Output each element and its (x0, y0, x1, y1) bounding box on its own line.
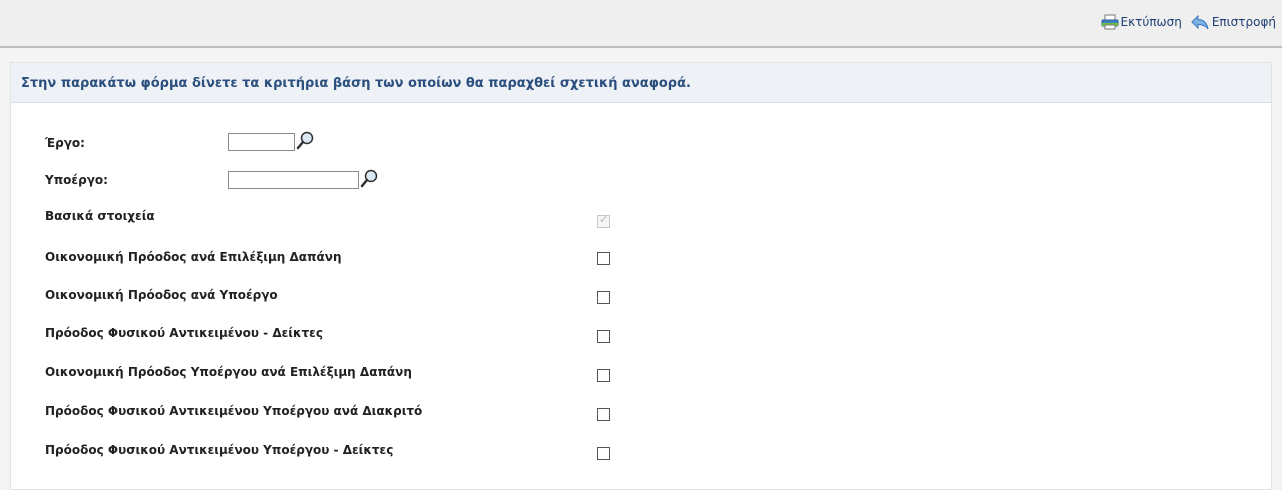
back-button[interactable]: Επιστροφή (1190, 14, 1276, 30)
option-label-financial-by-expense: Οικονομική Πρόοδος ανά Επιλέξιμη Δαπάνη (45, 250, 342, 264)
option-label-subproject-physical-indicators: Πρόοδος Φυσικού Αντικειμένου Υποέργου - … (45, 443, 394, 457)
report-criteria-panel: Στην παρακάτω φόρμα δίνετε τα κριτήρια β… (10, 62, 1272, 490)
project-label: Έργο: (45, 136, 85, 150)
option-checkbox-financial-by-subproject[interactable] (597, 291, 610, 304)
option-checkbox-financial-by-expense[interactable] (597, 252, 610, 265)
magnifier-icon[interactable] (296, 130, 316, 154)
checkmark-icon: ✓ (599, 213, 609, 226)
option-label-physical-indicators: Πρόοδος Φυσικού Αντικειμένου - Δείκτες (45, 326, 323, 340)
option-checkbox-subproject-physical-indicators[interactable] (597, 447, 610, 460)
option-checkbox-subproject-physical-by-distinct[interactable] (597, 408, 610, 421)
option-checkbox-physical-indicators[interactable] (597, 330, 610, 343)
option-label-subproject-physical-by-distinct: Πρόοδος Φυσικού Αντικειμένου Υποέργου αν… (45, 404, 423, 418)
subproject-lookup (228, 168, 380, 192)
back-arrow-icon (1190, 14, 1210, 30)
subproject-label: Υποέργο: (45, 173, 108, 187)
print-label: Εκτύπωση (1120, 15, 1182, 29)
option-checkbox-basic-info: ✓ (597, 213, 610, 228)
option-label-basic-info: Βασικά στοιχεία (45, 209, 155, 223)
top-toolbar: Εκτύπωση Επιστροφή (0, 0, 1282, 48)
back-label: Επιστροφή (1211, 15, 1276, 29)
magnifier-icon[interactable] (360, 168, 380, 192)
option-label-financial-by-subproject: Οικονομική Πρόοδος ανά Υποέργο (45, 288, 278, 302)
print-button[interactable]: Εκτύπωση (1101, 14, 1182, 30)
option-label-subproject-financial-by-expense: Οικονομική Πρόοδος Υποέργου ανά Επιλέξιμ… (45, 365, 412, 379)
toolbar-actions: Εκτύπωση Επιστροφή (1101, 14, 1276, 30)
project-input[interactable] (228, 133, 295, 151)
intro-bar: Στην παρακάτω φόρμα δίνετε τα κριτήρια β… (11, 63, 1271, 103)
printer-icon (1101, 14, 1119, 30)
project-lookup (228, 130, 316, 154)
intro-text: Στην παρακάτω φόρμα δίνετε τα κριτήρια β… (21, 76, 691, 91)
option-checkbox-subproject-financial-by-expense[interactable] (597, 369, 610, 382)
subproject-input[interactable] (228, 171, 359, 189)
